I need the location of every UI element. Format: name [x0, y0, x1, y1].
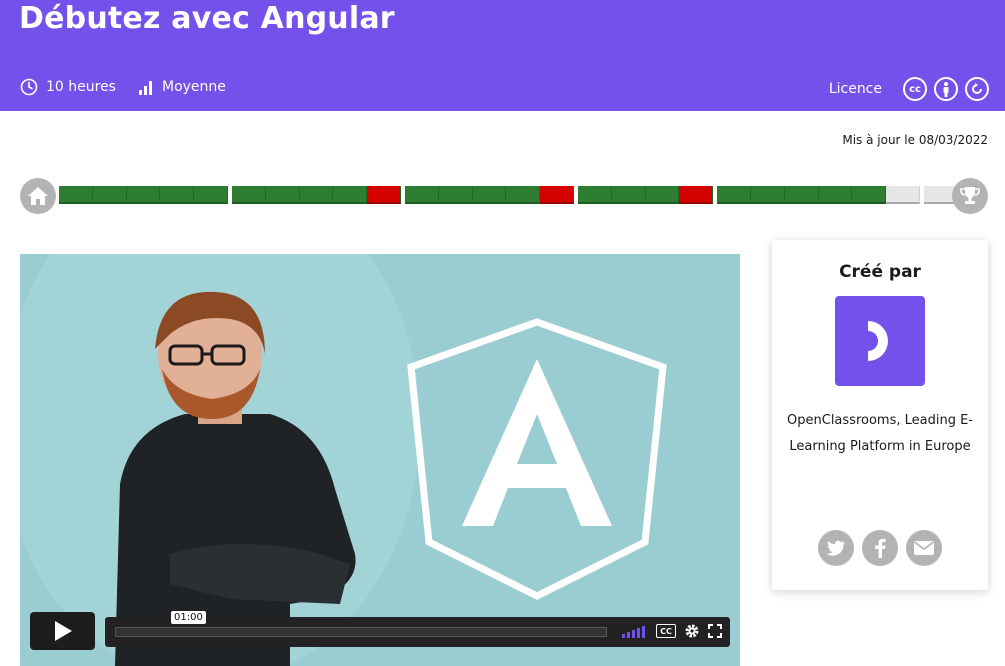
facebook-icon: [875, 538, 886, 558]
play-icon: [54, 621, 72, 641]
progress-segment-fail[interactable]: [540, 186, 574, 204]
volume-icon[interactable]: [622, 624, 648, 638]
seek-bar[interactable]: [115, 627, 607, 637]
progress-segment-fail[interactable]: [367, 186, 401, 204]
home-icon: [28, 187, 48, 205]
progress-chapter-1[interactable]: [59, 186, 228, 204]
licence: Licence cc: [829, 77, 989, 101]
cc-icon: cc: [903, 77, 927, 101]
video-controls: 01:00 CC: [30, 611, 730, 650]
fullscreen-icon[interactable]: [708, 624, 722, 638]
progress-chapter-3[interactable]: [405, 186, 574, 204]
creator-card: Créé par OpenClassrooms, Leading E-Learn…: [772, 240, 988, 590]
duration: 10 heures: [20, 78, 116, 96]
trophy-icon: [960, 187, 980, 204]
progress-segment-done[interactable]: [578, 186, 612, 204]
level: Moyenne: [138, 79, 226, 95]
course-title: Débutez avec Angular: [19, 1, 395, 36]
video-bar: 01:00 CC: [105, 611, 730, 647]
progress-segment-done[interactable]: [750, 186, 785, 204]
twitter-icon: [826, 540, 845, 556]
progress-segment-done[interactable]: [126, 186, 161, 204]
course-video[interactable]: 01:00 CC: [20, 254, 740, 666]
progress-segment-fail[interactable]: [679, 186, 714, 204]
facebook-share-button[interactable]: [862, 530, 898, 566]
progress-chapter-2[interactable]: [232, 186, 401, 204]
progress-segment-done[interactable]: [852, 186, 887, 204]
difficulty-bars-icon: [138, 81, 152, 95]
creator-logo[interactable]: [835, 296, 925, 386]
progress-chapter-4[interactable]: [578, 186, 714, 204]
progress-segment-done[interactable]: [717, 186, 751, 204]
progress-segment-done[interactable]: [405, 186, 439, 204]
progress-segment-done[interactable]: [818, 186, 853, 204]
play-button[interactable]: [30, 612, 95, 650]
progress-segments: [59, 186, 958, 204]
progress-segment-done[interactable]: [59, 186, 93, 204]
video-time: 01:00: [171, 611, 206, 624]
video-frame: [20, 254, 740, 666]
duration-label: 10 heures: [46, 79, 116, 95]
home-button[interactable]: [20, 178, 56, 214]
progress-segment-done[interactable]: [784, 186, 819, 204]
licence-link[interactable]: Licence: [829, 81, 882, 97]
course-progress: [20, 178, 988, 214]
settings-icon[interactable]: [684, 623, 700, 639]
course-header: Débutez avec Angular 10 heures Moyenne L…: [0, 0, 1005, 111]
progress-segment-done[interactable]: [92, 186, 127, 204]
progress-segment-done[interactable]: [232, 186, 266, 204]
progress-segment-done[interactable]: [438, 186, 473, 204]
progress-segment-done[interactable]: [506, 186, 541, 204]
progress-chapter-5[interactable]: [717, 186, 920, 204]
share-buttons: [772, 530, 988, 566]
progress-segment-done[interactable]: [194, 186, 228, 204]
progress-segment-done[interactable]: [645, 186, 680, 204]
mail-icon: [914, 541, 934, 555]
creator-heading: Créé par: [839, 262, 921, 282]
control-icons: CC: [614, 623, 722, 639]
progress-segment-done[interactable]: [265, 186, 300, 204]
captions-icon[interactable]: CC: [656, 624, 676, 638]
by-icon: [934, 77, 958, 101]
email-share-button[interactable]: [906, 530, 942, 566]
sa-icon: [965, 77, 989, 101]
level-label: Moyenne: [161, 79, 226, 95]
progress-segment-todo[interactable]: [886, 186, 920, 204]
progress-segment-done[interactable]: [299, 186, 334, 204]
course-meta: 10 heures Moyenne: [20, 78, 248, 96]
progress-segment-done[interactable]: [333, 186, 368, 204]
openclassrooms-logo-icon: [868, 321, 888, 361]
updated-date: Mis à jour le 08/03/2022: [842, 133, 988, 147]
progress-segment-done[interactable]: [472, 186, 507, 204]
twitter-share-button[interactable]: [818, 530, 854, 566]
creator-name: OpenClassrooms, Leading E-Learning Platf…: [787, 413, 973, 454]
certificate-button[interactable]: [952, 178, 988, 214]
clock-icon: [20, 78, 38, 96]
progress-segment-done[interactable]: [611, 186, 646, 204]
progress-segment-done[interactable]: [160, 186, 195, 204]
